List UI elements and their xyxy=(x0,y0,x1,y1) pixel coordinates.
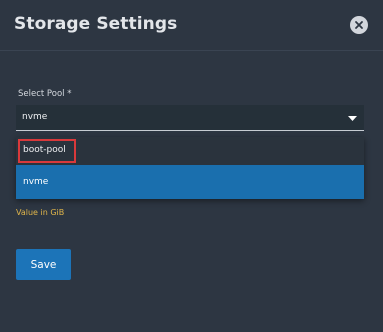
dialog-header: Storage Settings xyxy=(0,0,383,51)
units-hint: Value in GiB xyxy=(16,208,65,217)
dialog-title: Storage Settings xyxy=(14,14,178,34)
dropdown-option-boot-pool[interactable]: boot-pool xyxy=(16,137,364,165)
pool-dropdown-menu: boot-pool nvme xyxy=(16,137,364,199)
save-button[interactable]: Save xyxy=(16,249,71,280)
chevron-down-icon xyxy=(348,116,357,121)
dropdown-option-nvme[interactable]: nvme xyxy=(16,165,364,199)
close-button[interactable] xyxy=(350,16,368,34)
pool-select-value: nvme xyxy=(22,112,48,122)
pool-select[interactable]: nvme xyxy=(16,105,364,131)
close-icon xyxy=(355,21,363,29)
option-label: boot-pool xyxy=(23,145,66,155)
option-label: nvme xyxy=(23,177,49,187)
select-pool-label: Select Pool * xyxy=(18,89,72,99)
